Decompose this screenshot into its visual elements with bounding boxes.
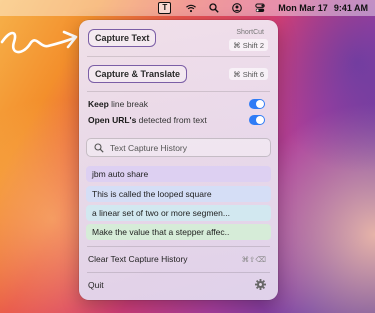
open-urls-toggle[interactable] <box>249 115 265 125</box>
divider <box>87 272 270 273</box>
search-icon[interactable] <box>209 3 219 13</box>
menu-bar: T Mon Mar 17 9:41 AM <box>0 0 375 16</box>
clear-history-menu-item[interactable]: Clear Text Capture History <box>88 254 188 264</box>
history-item[interactable]: Make the value that a stepper affec.. <box>86 224 271 240</box>
open-urls-rest: detected from text <box>136 115 207 125</box>
history-item[interactable]: This is called the looped square <box>86 186 271 202</box>
divider <box>87 56 270 57</box>
gear-icon[interactable] <box>255 279 266 290</box>
keep-line-break-rest: line break <box>108 99 149 109</box>
history-item[interactable]: a linear set of two or more segmen... <box>86 205 271 221</box>
capture-translate-button[interactable]: Capture & Translate <box>88 65 188 83</box>
clear-history-shortcut: ⌘⇧⌫ <box>241 255 266 264</box>
user-icon[interactable] <box>232 3 243 13</box>
open-urls-label: Open URL's detected from text <box>88 115 207 125</box>
quit-menu-item[interactable]: Quit <box>88 280 104 290</box>
capture-text-button[interactable]: Capture Text <box>88 29 157 47</box>
history-search-field[interactable] <box>86 138 271 157</box>
divider <box>87 246 270 247</box>
history-item[interactable]: jbm auto share <box>86 166 271 182</box>
wifi-icon[interactable] <box>186 3 197 13</box>
capture-translate-shortcut: ⌘ Shift 6 <box>229 68 268 80</box>
text-capture-menu: Capture Text ShortCut ⌘ Shift 2 Capture … <box>79 20 278 300</box>
history-search-input[interactable] <box>110 142 260 153</box>
divider <box>87 91 270 92</box>
search-icon <box>94 142 104 153</box>
keep-line-break-bold: Keep <box>88 99 109 109</box>
keep-line-break-label: Keep line break <box>88 99 148 109</box>
menu-bar-date: Mon Mar 17 <box>278 3 328 13</box>
capture-text-shortcut: ⌘ Shift 2 <box>229 39 268 51</box>
control-center-icon[interactable] <box>255 3 265 13</box>
open-urls-bold: Open URL's <box>88 115 137 125</box>
menu-bar-time: 9:41 AM <box>333 3 368 13</box>
shortcut-header: ShortCut <box>236 29 264 36</box>
text-capture-app-icon[interactable]: T <box>158 2 172 14</box>
pointer-arrow-icon <box>0 30 78 54</box>
keep-line-break-toggle[interactable] <box>249 99 265 109</box>
